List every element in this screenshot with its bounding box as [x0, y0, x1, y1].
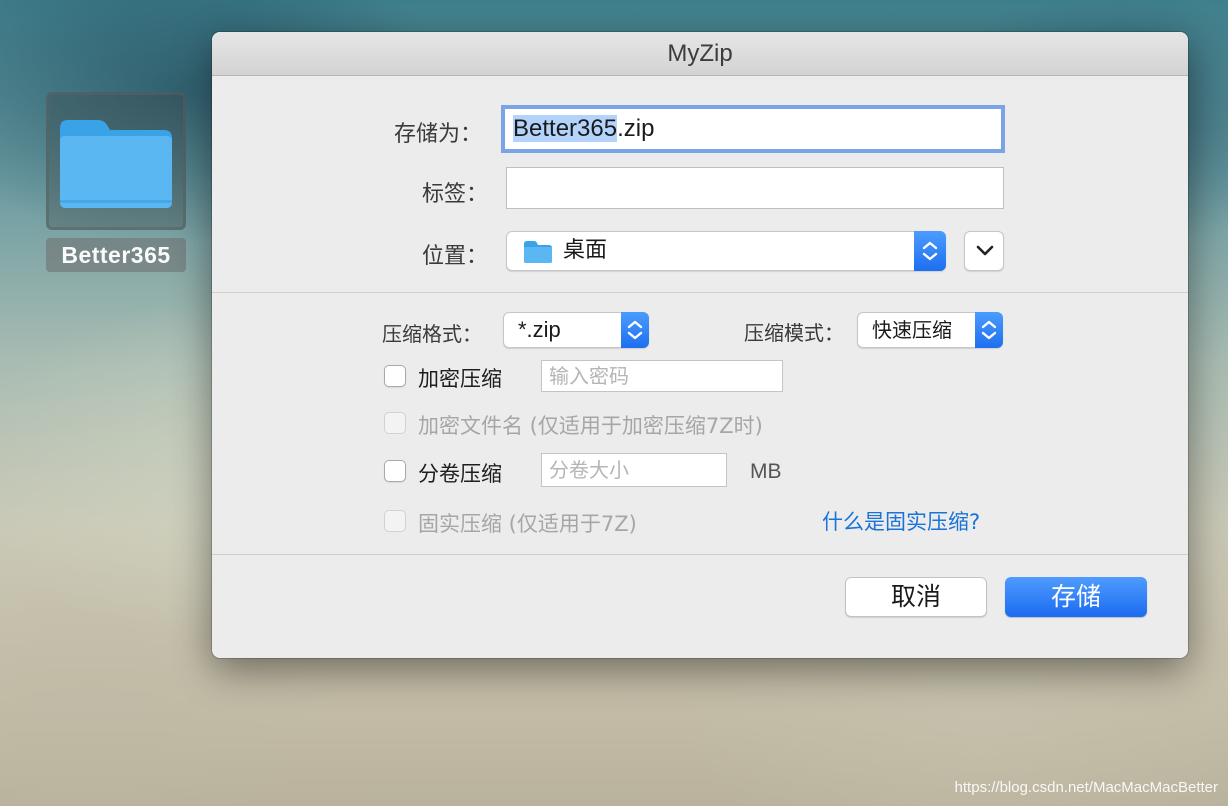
folder-icon: [524, 241, 552, 263]
location-value: 桌面: [563, 238, 608, 263]
mode-label: 压缩模式：: [744, 321, 844, 345]
save-as-selected-text: Better365: [513, 115, 618, 142]
expand-button[interactable]: [964, 231, 1004, 271]
desktop-folder[interactable]: Better365: [46, 92, 186, 272]
solid-checkbox[interactable]: [384, 510, 406, 532]
location-popup[interactable]: 桌面: [506, 231, 946, 271]
encrypt-label: 加密压缩: [418, 367, 502, 391]
mode-popup[interactable]: 快速压缩: [857, 312, 1003, 348]
split-label: 分卷压缩: [418, 462, 502, 486]
format-popup[interactable]: *.zip: [503, 312, 649, 348]
location-stepper: [914, 231, 946, 271]
save-as-extension: .zip: [617, 115, 655, 142]
solid-help-link[interactable]: 什么是固实压缩?: [822, 506, 980, 536]
save-as-input[interactable]: Better365.zip: [504, 108, 1002, 150]
up-down-chevron-icon: [922, 241, 938, 261]
password-input[interactable]: 输入密码: [541, 360, 783, 392]
encrypt-filenames-label: 加密文件名 (仅适用于加密压缩7Z时): [418, 414, 763, 438]
format-value: *.zip: [518, 317, 561, 342]
tags-input[interactable]: [506, 167, 1004, 209]
up-down-chevron-icon: [627, 320, 643, 340]
chevron-down-icon: [976, 245, 994, 256]
solid-label: 固实压缩 (仅适用于7Z): [418, 512, 637, 536]
format-stepper: [621, 312, 649, 348]
watermark-text: https://blog.csdn.net/MacMacMacBetter: [954, 779, 1218, 796]
mode-stepper: [975, 312, 1003, 348]
mode-value: 快速压缩: [872, 318, 952, 342]
cancel-button[interactable]: 取消: [845, 577, 987, 617]
up-down-chevron-icon: [981, 320, 997, 340]
save-dialog: MyZip 存储为： Better365.zip 标签： 位置： 桌面 压缩格式…: [212, 32, 1188, 658]
tags-label: 标签：: [422, 182, 489, 207]
save-button[interactable]: 存储: [1005, 577, 1147, 617]
split-checkbox[interactable]: [384, 460, 406, 482]
separator-bottom: [212, 554, 1188, 555]
folder-name-label: Better365: [46, 238, 186, 272]
dialog-title: MyZip: [212, 32, 1188, 76]
split-unit-label: MB: [750, 460, 782, 483]
location-label: 位置：: [422, 244, 489, 269]
encrypt-filenames-checkbox[interactable]: [384, 412, 406, 434]
split-size-input[interactable]: 分卷大小: [541, 453, 727, 487]
encrypt-checkbox[interactable]: [384, 365, 406, 387]
separator-top: [212, 292, 1188, 293]
format-label: 压缩格式：: [382, 322, 482, 346]
save-as-label: 存储为：: [394, 122, 483, 147]
folder-icon: [60, 120, 172, 208]
